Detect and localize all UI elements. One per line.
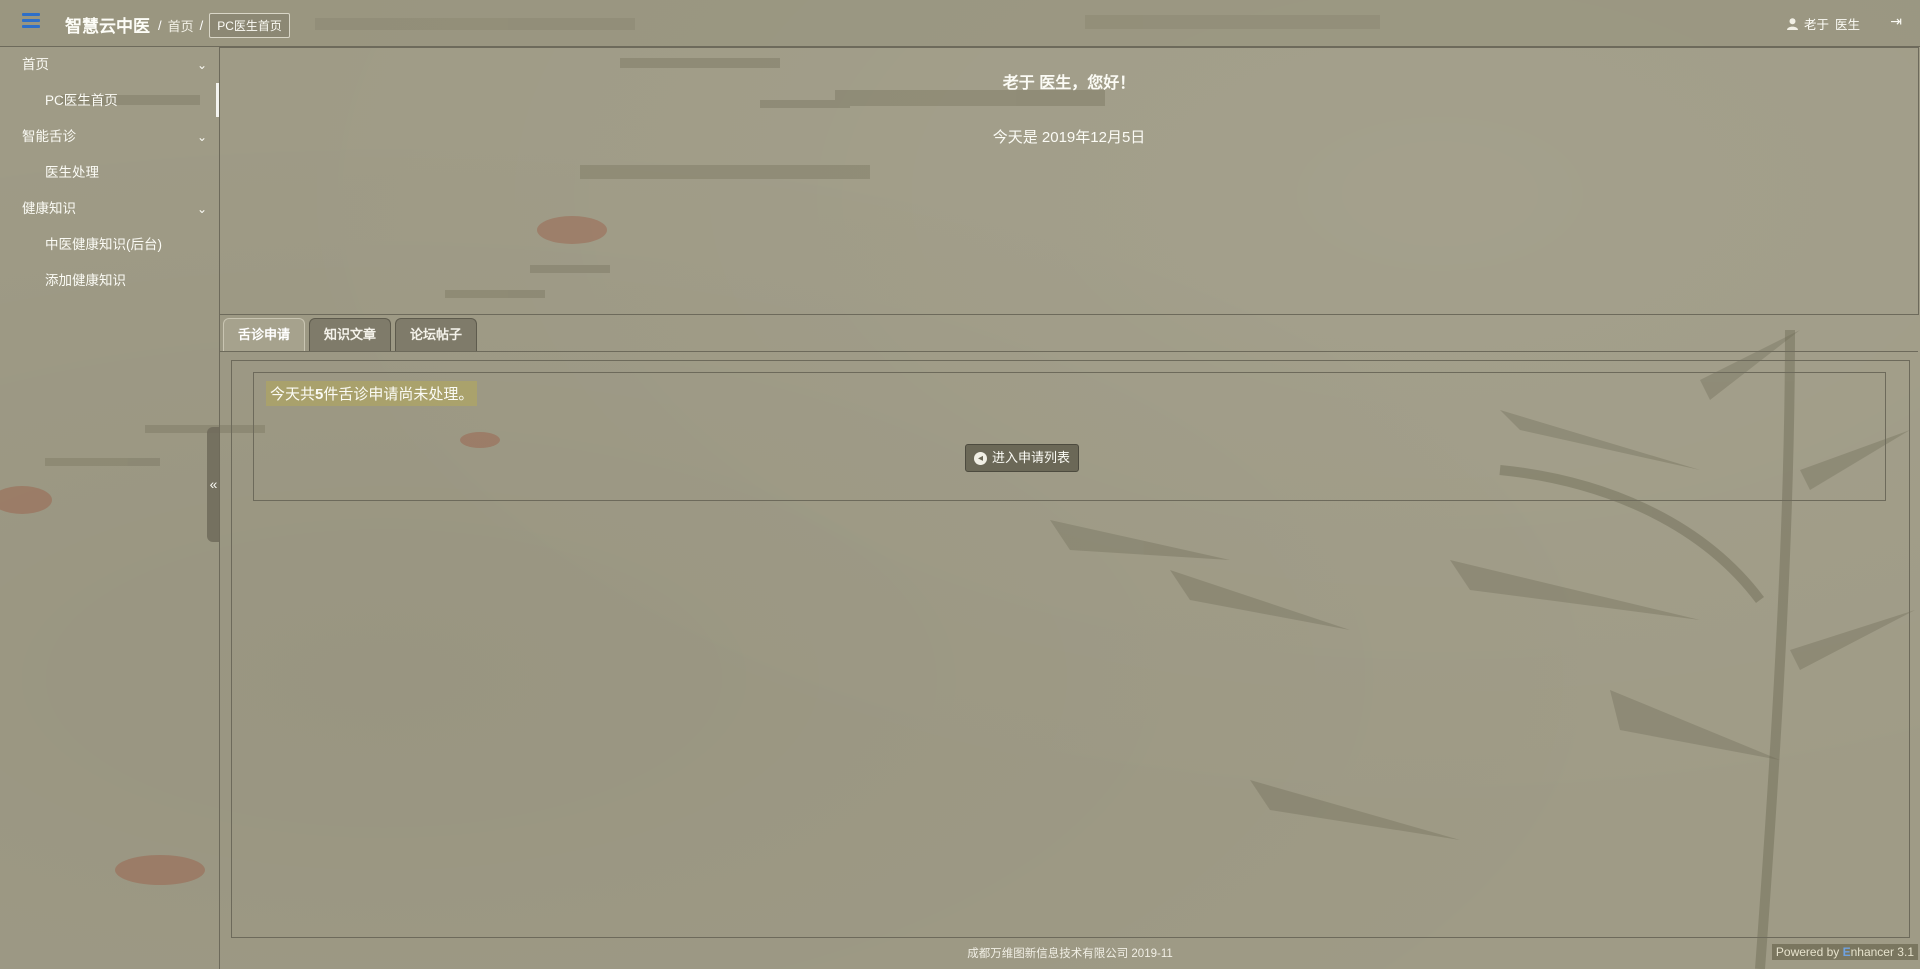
breadcrumb-home[interactable]: 首页 xyxy=(168,16,194,35)
chevron-down-icon: ⌄ xyxy=(196,130,207,144)
powered-prefix: Powered by xyxy=(1775,945,1843,959)
enter-button-label: 进入申请列表 xyxy=(992,450,1071,465)
chevron-down-icon: ⌄ xyxy=(196,202,207,216)
top-bar: 智慧云中医 / 首页 / PC医生首页 老于 医生 ⇥ xyxy=(0,0,1920,47)
date-prefix: 今天是 xyxy=(992,129,1038,146)
breadcrumb-current[interactable]: PC医生首页 xyxy=(209,13,290,38)
user-icon xyxy=(1786,17,1798,30)
breadcrumb: / 首页 / PC医生首页 xyxy=(158,13,290,38)
welcome-panel: 老于 医生，您好！ 今天是 2019年12月5日 xyxy=(220,47,1919,315)
double-chevron-left-icon[interactable]: « xyxy=(207,427,220,542)
app-brand: 智慧云中医 xyxy=(65,17,150,36)
powered-brand-rest: nhancer 3.1 xyxy=(1850,945,1914,959)
logout-icon[interactable]: ⇥ xyxy=(1890,13,1902,30)
enter-application-list-button[interactable]: ◂ 进入申请列表 xyxy=(965,444,1080,472)
greeting-text: 老于 医生，您好！ xyxy=(1002,75,1136,92)
sidebar-group-label: 智能舌诊 xyxy=(22,129,76,144)
user-menu[interactable]: 老于 医生 xyxy=(1786,14,1860,33)
breadcrumb-separator: / xyxy=(158,18,162,33)
sidebar-group-label: 首页 xyxy=(22,57,49,72)
sidebar-group-home[interactable]: 首页 ⌄ xyxy=(0,47,219,83)
user-role: 医生 xyxy=(1834,18,1860,32)
sidebar-group-label: 健康知识 xyxy=(22,201,76,216)
date-line: 今天是 2019年12月5日 xyxy=(220,126,1918,147)
powered-brand-e: E xyxy=(1842,945,1851,959)
notice-suffix: 件舌诊申请尚未处理。 xyxy=(323,386,474,403)
footer-copyright: 成都万维图新信息技术有限公司 2019-11 xyxy=(967,948,1173,960)
hamburger-icon[interactable] xyxy=(22,13,40,31)
tab-forum-posts[interactable]: 论坛帖子 xyxy=(395,318,478,351)
sidebar-item-doctor-handling[interactable]: 医生处理 xyxy=(0,155,219,191)
pending-notice: 今天共5件舌诊申请尚未处理。 xyxy=(266,381,478,406)
sidebar: 首页 ⌄ PC医生首页 智能舌诊 ⌄ 医生处理 健康知识 ⌄ 中医健康知识(后台… xyxy=(0,47,220,969)
sidebar-group-tongue-diagnosis[interactable]: 智能舌诊 ⌄ xyxy=(0,119,219,155)
user-name: 老于 xyxy=(1803,18,1829,32)
tab-divider xyxy=(220,351,1918,352)
sidebar-item-pc-doctor-home[interactable]: PC医生首页 xyxy=(0,83,219,119)
circle-arrow-left-icon: ◂ xyxy=(974,451,987,465)
chevron-down-icon: ⌄ xyxy=(196,58,207,72)
sidebar-item-tcm-knowledge-admin[interactable]: 中医健康知识(后台) xyxy=(0,227,219,263)
date-value: 2019年12月5日 xyxy=(1041,129,1146,146)
breadcrumb-separator: / xyxy=(199,18,204,33)
sidebar-item-add-knowledge[interactable]: 添加健康知识 xyxy=(0,263,219,299)
tab-bar: 舌诊申请 知识文章 论坛帖子 xyxy=(223,318,478,351)
notice-prefix: 今天共 xyxy=(270,386,316,403)
notice-box: 今天共5件舌诊申请尚未处理。 ◂ 进入申请列表 xyxy=(253,372,1886,501)
tab-tongue-applications[interactable]: 舌诊申请 xyxy=(223,318,306,351)
tab-knowledge-articles[interactable]: 知识文章 xyxy=(309,318,392,351)
powered-by[interactable]: Powered by Enhancer 3.1 xyxy=(1771,944,1918,960)
sidebar-group-health-knowledge[interactable]: 健康知识 ⌄ xyxy=(0,191,219,227)
